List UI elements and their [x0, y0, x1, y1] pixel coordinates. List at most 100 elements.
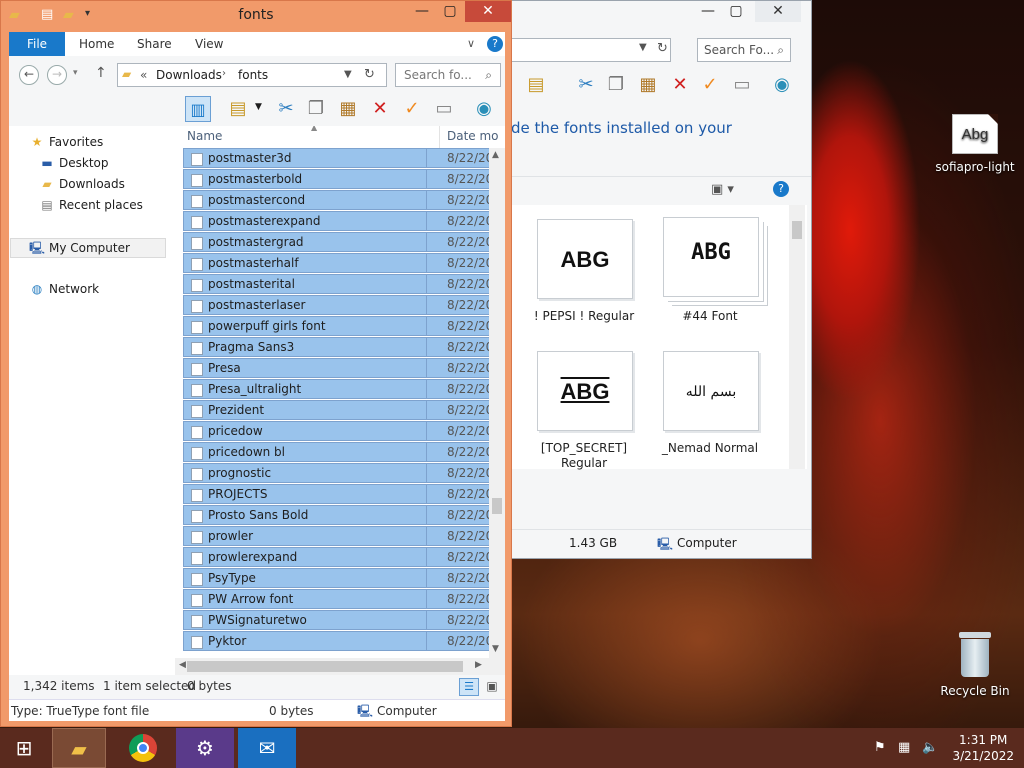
table-row[interactable]: PROJECTS 8/22/20	[183, 484, 489, 505]
table-row[interactable]: postmaster3d 8/22/20	[183, 148, 489, 169]
chevron-down-icon[interactable]: ▼	[639, 42, 647, 53]
address-bar[interactable]: ▼ ↻	[511, 38, 671, 62]
cut-icon[interactable]: ✂	[273, 96, 299, 122]
vertical-scrollbar[interactable]	[789, 205, 805, 469]
scroll-right-icon[interactable]: ▶	[475, 660, 482, 670]
minimize-button[interactable]: —	[695, 1, 721, 22]
table-row[interactable]: prowlerexpand 8/22/20	[183, 547, 489, 568]
chevron-down-icon[interactable]: ▼	[255, 102, 262, 112]
font-thumbnail[interactable]: ABG	[537, 219, 633, 299]
desktop-icon-recycle-bin[interactable]: Recycle Bin	[930, 632, 1020, 698]
tab-view[interactable]: View	[195, 32, 223, 56]
table-row[interactable]: powerpuff girls font 8/22/20	[183, 316, 489, 337]
table-row[interactable]: Prosto Sans Bold 8/22/20	[183, 505, 489, 526]
explorer-window-fonts[interactable]: ▰ ▤ ▰ ▾ fonts — ▢ ✕ File Home Share View…	[0, 0, 512, 727]
table-row[interactable]: prowler 8/22/20	[183, 526, 489, 547]
volume-muted-icon[interactable]: 🔈	[922, 740, 938, 755]
nav-recent-places[interactable]: ▤ Recent places	[39, 196, 143, 214]
nav-favorites[interactable]: ★ Favorites	[29, 133, 104, 151]
table-row[interactable]: postmasterlaser 8/22/20	[183, 295, 489, 316]
nav-downloads[interactable]: ▰ Downloads	[39, 175, 125, 193]
table-row[interactable]: PsyType 8/22/20	[183, 568, 489, 589]
table-row[interactable]: postmasterexpand 8/22/20	[183, 211, 489, 232]
minimize-button[interactable]: —	[409, 1, 435, 22]
properties-icon[interactable]: ▤	[523, 72, 549, 98]
navigation-pane-icon[interactable]: ▥	[185, 96, 211, 122]
breadcrumb-downloads[interactable]: Downloads	[156, 68, 222, 82]
delete-icon[interactable]: ✕	[367, 96, 393, 122]
search-input[interactable]: Search Fo... ⌕	[697, 38, 791, 62]
column-divider[interactable]	[439, 126, 440, 148]
breadcrumb-separator-icon[interactable]: ›	[222, 68, 226, 79]
table-row[interactable]: postmasterital 8/22/20	[183, 274, 489, 295]
shell-icon[interactable]: ◉	[471, 96, 497, 122]
refresh-icon[interactable]: ↻	[657, 41, 668, 56]
table-row[interactable]: postmastergrad 8/22/20	[183, 232, 489, 253]
paste-icon[interactable]: ▦	[335, 96, 361, 122]
title-bar[interactable]: ▰ ▤ ▰ ▾ fonts — ▢ ✕	[1, 1, 511, 31]
table-row[interactable]: PWSignaturetwo 8/22/20	[183, 610, 489, 631]
scrollbar-thumb[interactable]	[187, 661, 463, 672]
table-row[interactable]: postmasterbold 8/22/20	[183, 169, 489, 190]
column-header-date[interactable]: Date mo	[447, 129, 499, 143]
maximize-button[interactable]: ▢	[723, 1, 749, 22]
table-row[interactable]: pricedow 8/22/20	[183, 421, 489, 442]
tab-file[interactable]: File	[9, 32, 65, 56]
tab-home[interactable]: Home	[79, 32, 114, 56]
table-row[interactable]: pricedown bl 8/22/20	[183, 442, 489, 463]
scroll-up-icon[interactable]: ▲	[492, 150, 499, 160]
action-center-flag-icon[interactable]: ⚑	[874, 740, 886, 755]
close-button[interactable]: ✕	[465, 1, 511, 22]
font-thumbnail[interactable]: ABG	[537, 351, 633, 431]
breadcrumb-fonts[interactable]: fonts	[238, 68, 268, 82]
back-button[interactable]: ←	[19, 65, 39, 85]
close-button[interactable]: ✕	[755, 1, 801, 22]
system-clock[interactable]: 1:31 PM 3/21/2022	[952, 732, 1014, 764]
up-arrow-icon[interactable]: ↑	[95, 65, 107, 81]
nav-desktop[interactable]: ▬ Desktop	[39, 154, 108, 172]
shell-icon[interactable]: ◉	[769, 72, 795, 98]
table-row[interactable]: Pragma Sans3 8/22/20	[183, 337, 489, 358]
taskbar-file-explorer[interactable]: ▰	[52, 728, 106, 768]
view-icon[interactable]: ▣ ▾	[711, 182, 734, 197]
maximize-button[interactable]: ▢	[437, 1, 463, 22]
explorer-window-back[interactable]: — ▢ ✕ ▼ ↻ Search Fo... ⌕ ▤ ✂ ❐ ▦ ✕ ✓ ▭ ◉…	[510, 0, 812, 559]
refresh-icon[interactable]: ↻	[364, 67, 375, 82]
font-thumbnail[interactable]: ABG	[663, 217, 759, 297]
column-header-name[interactable]: Name	[187, 129, 222, 143]
tab-share[interactable]: Share	[137, 32, 172, 56]
expand-ribbon-icon[interactable]: ∨	[467, 37, 475, 50]
table-row[interactable]: prognostic 8/22/20	[183, 463, 489, 484]
table-row[interactable]: postmasterhalf 8/22/20	[183, 253, 489, 274]
network-tray-icon[interactable]: ▦	[898, 740, 910, 755]
help-icon[interactable]: ?	[773, 181, 789, 197]
taskbar-chrome[interactable]	[114, 728, 172, 768]
delete-icon[interactable]: ✕	[667, 72, 693, 98]
taskbar-mail[interactable]: ✉	[238, 728, 296, 768]
chevron-down-icon[interactable]: ▼	[344, 69, 352, 80]
rename-icon[interactable]: ✓	[697, 72, 723, 98]
scrollbar-thumb[interactable]	[492, 498, 502, 514]
table-row[interactable]: Presa 8/22/20	[183, 358, 489, 379]
nav-network[interactable]: ◍ Network	[29, 280, 99, 298]
scroll-down-icon[interactable]: ▼	[492, 644, 499, 654]
table-row[interactable]: PW Arrow font 8/22/20	[183, 589, 489, 610]
paste-icon[interactable]: ▦	[635, 72, 661, 98]
table-row[interactable]: Presa_ultralight 8/22/20	[183, 379, 489, 400]
taskbar-settings[interactable]: ⚙	[176, 728, 234, 768]
table-row[interactable]: Prezident 8/22/20	[183, 400, 489, 421]
new-folder-icon[interactable]: ▭	[729, 72, 755, 98]
start-button[interactable]: ⊞	[0, 728, 48, 768]
nav-my-computer[interactable]: 🖳 My Computer	[10, 238, 166, 258]
table-row[interactable]: postmastercond 8/22/20	[183, 190, 489, 211]
new-folder-icon[interactable]: ▭	[431, 96, 457, 122]
rename-icon[interactable]: ✓	[399, 96, 425, 122]
horizontal-scrollbar[interactable]: ◀ ▶	[175, 658, 505, 675]
scroll-left-icon[interactable]: ◀	[179, 660, 186, 670]
search-input[interactable]: Search fo... ⌕	[395, 63, 501, 87]
desktop-icon-font-file[interactable]: Abg sofiapro-light	[930, 114, 1020, 174]
table-row[interactable]: Pyktor 8/22/20	[183, 631, 489, 652]
large-icons-view-icon[interactable]: ▣	[483, 678, 501, 696]
address-bar[interactable]: ▰ « Downloads › fonts ▼ ↻	[117, 63, 387, 87]
copy-icon[interactable]: ❐	[603, 72, 629, 98]
